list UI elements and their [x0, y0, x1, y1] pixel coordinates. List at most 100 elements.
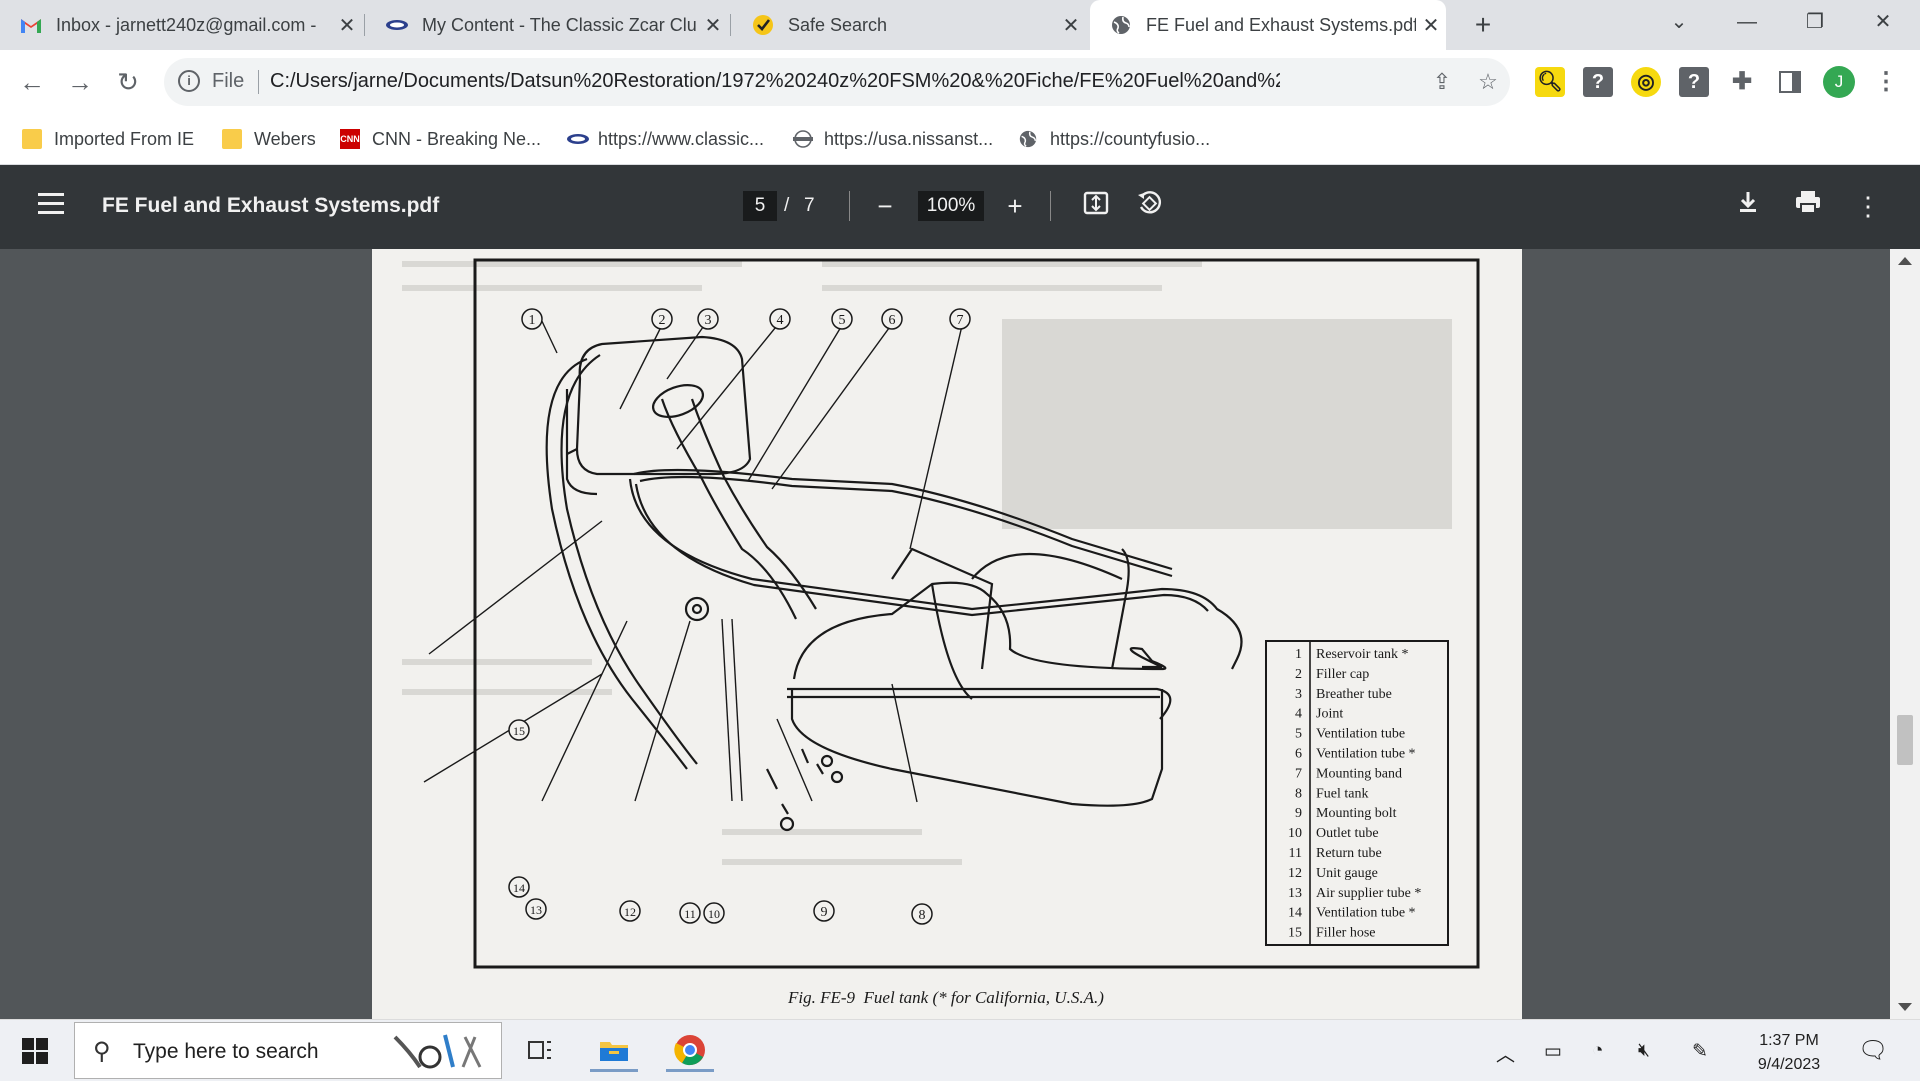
new-tab-button[interactable]: + [1464, 6, 1502, 44]
legend-label: Filler hose [1316, 926, 1376, 941]
legend-number: 3 [1295, 687, 1302, 702]
legend-label: Mounting band [1316, 766, 1402, 781]
legend-number: 8 [1295, 786, 1302, 801]
close-tab-icon[interactable]: ✕ [1056, 13, 1086, 38]
zoom-out-icon[interactable]: − [868, 189, 902, 223]
menu-icon[interactable] [38, 193, 64, 220]
tab-classiczcar[interactable]: My Content - The Classic Zcar Clu ✕ [366, 0, 728, 50]
unknown-extension-icon[interactable]: ? [1583, 67, 1613, 97]
callout-10: 10 [703, 902, 725, 924]
browser-toolbar: ← → ↻ i File C:/Users/jarne/Documents/Da… [0, 50, 1920, 114]
taskbar-clock[interactable]: 1:37 PM 9/4/2023 [1744, 1029, 1834, 1077]
legend-number: 10 [1288, 826, 1302, 841]
download-icon[interactable] [1731, 189, 1765, 223]
zoom-level-input[interactable]: 100% [918, 191, 984, 221]
bookmark-star-icon[interactable]: ☆ [1474, 68, 1502, 96]
side-panel-icon[interactable] [1775, 67, 1805, 97]
notifications-icon[interactable]: 🗨︎ [1858, 1036, 1888, 1065]
chrome-icon[interactable] [666, 1028, 714, 1072]
bookmark-nissan[interactable]: https://usa.nissanst... [792, 124, 993, 154]
print-icon[interactable] [1791, 189, 1825, 223]
fit-page-icon[interactable] [1079, 189, 1113, 223]
legend-label: Filler cap [1316, 667, 1369, 682]
rotate-icon[interactable] [1132, 189, 1166, 223]
tab-safe-search[interactable]: Safe Search ✕ [732, 0, 1086, 50]
wifi-icon[interactable]: ◔ [1592, 1040, 1603, 1062]
gmail-icon [18, 12, 44, 38]
legend-label: Mounting bolt [1316, 806, 1397, 821]
back-icon[interactable]: ← [12, 62, 52, 102]
more-vertical-icon[interactable]: ⋮ [1871, 67, 1901, 97]
more-vertical-icon[interactable]: ⋮ [1851, 189, 1885, 223]
minimize-icon[interactable]: — [1724, 0, 1770, 50]
callout-15: 15 [508, 719, 530, 741]
show-hidden-icons[interactable]: ︿ [1496, 1040, 1515, 1067]
checkmark-icon [750, 12, 776, 38]
pdf-viewer[interactable]: 1 Reservoir tank * 2 Filler cap 3 Breather tu… [0, 249, 1920, 1019]
callout-4: 4 [769, 308, 791, 330]
close-tab-icon[interactable]: ✕ [332, 13, 362, 38]
bookmark-webers[interactable]: Webers [222, 124, 316, 154]
bookmark-cnn[interactable]: CNN CNN - Breaking Ne... [340, 124, 541, 154]
window-close-icon[interactable]: ✕ [1860, 0, 1906, 50]
zoom-in-icon[interactable]: + [998, 189, 1032, 223]
callout-11: 11 [679, 902, 701, 924]
legend-label: Joint [1316, 707, 1343, 722]
svg-text:10: 10 [708, 907, 720, 921]
bookmark-imported-from-ie[interactable]: Imported From IE [22, 124, 194, 154]
extensions-puzzle-icon[interactable]: ✚ [1727, 67, 1757, 97]
legend-label: Ventilation tube * [1316, 906, 1416, 921]
share-icon[interactable]: ⇪ [1428, 68, 1456, 96]
bookmark-label: https://usa.nissanst... [824, 128, 994, 149]
legend-label: Return tube [1316, 846, 1382, 861]
callout-1: 1 [521, 308, 543, 330]
tab-pdf[interactable]: FE Fuel and Exhaust Systems.pdf ✕ [1090, 0, 1446, 50]
callout-6: 6 [881, 308, 903, 330]
taskbar-search-box[interactable]: ⚲ Type here to search [74, 1022, 502, 1079]
site-info-icon[interactable]: i [178, 70, 200, 92]
restore-icon[interactable]: ❐ [1792, 0, 1838, 50]
tab-strip: Inbox - jarnett240z@gmail.com - ✕ My Con… [0, 0, 1920, 50]
legend-number: 7 [1295, 766, 1302, 781]
scrollbar-thumb[interactable] [1897, 715, 1913, 765]
bookmark-classiczcar[interactable]: https://www.classic... [566, 124, 764, 154]
legend-label: Reservoir tank * [1316, 647, 1409, 662]
page-total: 7 [804, 195, 815, 216]
scrollbar[interactable] [1890, 249, 1920, 1019]
battery-icon[interactable]: ▭ [1544, 1040, 1562, 1063]
page-number-input[interactable]: 5 [743, 191, 777, 221]
search-placeholder: Type here to search [133, 1040, 319, 1063]
search-extension-icon[interactable]: 🔍︎ [1535, 67, 1565, 97]
scroll-down-icon[interactable] [1898, 1003, 1912, 1011]
bookmark-countyfusion[interactable]: https://countyfusio... [1018, 124, 1210, 154]
headphones-extension-icon[interactable]: ◎ [1631, 67, 1661, 97]
forward-icon[interactable]: → [60, 62, 100, 102]
legend-label: Unit gauge [1316, 866, 1378, 881]
legend-label: Outlet tube [1316, 826, 1379, 841]
svg-text:2: 2 [659, 313, 666, 328]
address-bar[interactable]: i File C:/Users/jarne/Documents/Datsun%2… [164, 58, 1510, 106]
tab-search-icon[interactable]: ⌄ [1656, 0, 1702, 50]
task-view-icon[interactable] [516, 1028, 564, 1072]
file-explorer-icon[interactable] [590, 1028, 638, 1072]
close-tab-icon[interactable]: ✕ [698, 13, 728, 38]
globe-icon [1108, 12, 1134, 38]
close-tab-icon[interactable]: ✕ [1416, 13, 1446, 38]
tab-inbox[interactable]: Inbox - jarnett240z@gmail.com - ✕ [0, 0, 362, 50]
profile-avatar[interactable]: J [1823, 66, 1855, 98]
unknown-extension-icon[interactable]: ? [1679, 67, 1709, 97]
callout-14: 14 [508, 876, 530, 898]
legend-number: 14 [1288, 906, 1302, 921]
windows-taskbar: ⚲ Type here to search ︿ ▭ ◔ 🔇︎ ✎ 1:37 PM… [0, 1019, 1920, 1081]
bookmark-label: https://countyfusio... [1050, 128, 1211, 149]
tab-title: Safe Search [788, 14, 888, 35]
svg-text:3: 3 [705, 313, 712, 328]
classiczcar-icon [384, 12, 410, 38]
callout-5: 5 [831, 308, 853, 330]
url-text[interactable]: C:/Users/jarne/Documents/Datsun%20Restor… [270, 70, 1280, 93]
scroll-up-icon[interactable] [1898, 257, 1912, 265]
volume-muted-icon[interactable]: 🔇︎ [1638, 1040, 1650, 1062]
reload-icon[interactable]: ↻ [108, 62, 148, 102]
pen-icon[interactable]: ✎ [1692, 1040, 1708, 1063]
windows-start-icon[interactable] [22, 1038, 48, 1064]
